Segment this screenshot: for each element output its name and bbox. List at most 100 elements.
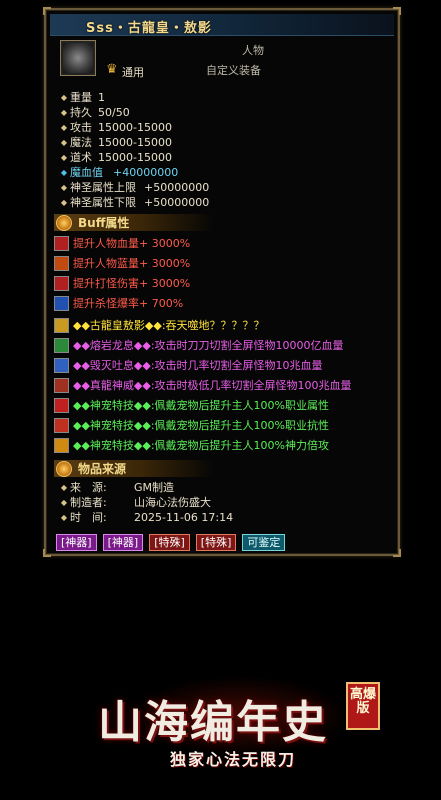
stat-value: 1: [98, 91, 105, 104]
crown-icon: ♛: [106, 62, 118, 77]
stat-value: 50/50: [98, 106, 130, 119]
buff-orb-icon: [56, 214, 72, 231]
diamond-bullet-icon: ◆: [60, 93, 68, 102]
stat-row: ◆ 重量 1: [58, 90, 388, 105]
effect-row: ◆◆毁灭吐息◆◆: 攻击时几率切割全屏怪物10兆血量: [54, 356, 323, 374]
tag-artifact[interactable]: [神器]: [102, 534, 144, 551]
effect-desc: 攻击时极低几率切割全屏怪物100兆血量: [154, 379, 352, 392]
section-title: Buff属性: [78, 216, 130, 230]
source-value: GM制造: [134, 481, 175, 494]
source-row: ◆ 制造者: 山海心法伤盛大: [58, 495, 233, 510]
effect-desc: 佩戴宠物后提升主人100%职业抗性: [154, 419, 329, 432]
buff-text: 提升杀怪爆率+ 700%: [73, 297, 184, 310]
tag-identifiable[interactable]: 可鉴定: [242, 534, 286, 551]
tag-special[interactable]: [特殊]: [195, 534, 237, 551]
stat-value: 15000-15000: [98, 136, 172, 149]
source-row: ◆ 来 源: GM制造: [58, 480, 233, 495]
stat-label: 重量: [70, 91, 92, 104]
frame-corner: [393, 7, 401, 15]
tag-artifact[interactable]: [神器]: [56, 534, 97, 551]
effect-desc: 佩戴宠物后提升主人100%神力倍攻: [154, 439, 329, 452]
pet-skill-icon: [54, 417, 69, 433]
stat-label: 攻击: [70, 121, 92, 134]
source-value: 山海心法伤盛大: [134, 496, 211, 509]
diamond-bullet-icon: ◆: [60, 498, 68, 507]
diamond-bullet-icon: ◆: [60, 108, 68, 117]
pet-skill-icon: [54, 397, 69, 413]
stat-list: ◆ 重量 1 ◆ 持久 50/50 ◆ 攻击 15000-15000 ◆ 魔法 …: [58, 90, 388, 210]
effect-row: ◆◆真龍神威◆◆: 攻击时极低几率切割全屏怪物100兆血量: [54, 376, 352, 394]
buff-row: 提升人物蓝量+ 3000%: [54, 254, 190, 272]
effect-name: ◆◆毁灭吐息◆◆:: [73, 359, 155, 372]
diamond-bullet-icon: ◆: [60, 153, 68, 162]
stat-row: ◆ 攻击 15000-15000: [58, 120, 388, 135]
type-label: 自定义装备: [206, 64, 261, 77]
stat-label: 神圣属性下限: [70, 196, 136, 209]
stat-row: ◆ 魔血值 +40000000: [58, 165, 388, 180]
stat-label: 神圣属性上限: [70, 181, 136, 194]
hp-buff-icon: [54, 235, 69, 251]
effect-desc: 佩戴宠物后提升主人100%职业属性: [154, 399, 329, 412]
buff-text: 提升打怪伤害+ 3000%: [73, 277, 191, 290]
stat-row: ◆ 道术 15000-15000: [58, 150, 388, 165]
item-tooltip: Sss・古龍皇・敖影 ♛ 通用 人物 自定义装备 ◆ 重量 1 ◆ 持久 50/…: [43, 7, 401, 557]
effect-desc: 吞天噬地？？？？？: [165, 319, 265, 332]
item-title: Sss・古龍皇・敖影: [86, 21, 212, 36]
diamond-bullet-icon: ◆: [60, 123, 68, 132]
frame-corner: [43, 549, 51, 557]
stat-row: ◆ 持久 50/50: [58, 105, 388, 120]
source-value: 2025-11-06 17:14: [134, 511, 234, 524]
mp-buff-icon: [54, 255, 69, 271]
buff-row: 提升杀怪爆率+ 700%: [54, 294, 183, 312]
logo-subtitle: 独家心法无限刀: [170, 750, 297, 769]
sword-icon: [54, 317, 69, 333]
stat-label: 持久: [70, 106, 92, 119]
buff-text: 提升人物血量+ 3000%: [73, 237, 191, 250]
damage-buff-icon: [54, 275, 69, 291]
destruction-breath-icon: [54, 357, 69, 373]
stat-value: +50000000: [144, 196, 210, 209]
effect-desc: 攻击时几率切割全屏怪物10兆血量: [154, 359, 323, 372]
buff-section-header: Buff属性: [54, 214, 214, 231]
stat-value: 15000-15000: [98, 151, 172, 164]
dragon-might-icon: [54, 377, 69, 393]
effect-name: ◆◆神宠特技◆◆:: [73, 399, 155, 412]
item-icon[interactable]: [60, 40, 96, 76]
stat-value: +40000000: [113, 166, 179, 179]
stat-row: ◆ 神圣属性下限 +50000000: [58, 195, 388, 210]
logo-title: 山海编年史: [98, 697, 328, 748]
source-row: ◆ 时 间: 2025-11-06 17:14: [58, 510, 233, 525]
stat-label: 魔血值: [70, 166, 103, 179]
stat-row: ◆ 神圣属性上限 +50000000: [58, 180, 388, 195]
diamond-bullet-icon: ◆: [60, 168, 68, 177]
dragon-skull-icon: [63, 43, 93, 73]
effect-row: ◆◆神宠特技◆◆: 佩戴宠物后提升主人100%神力倍攻: [54, 436, 329, 454]
effect-name: ◆◆古龍皇敖影◆◆:: [73, 319, 166, 332]
pet-skill-icon: [54, 437, 69, 453]
source-section-header: 物品来源: [54, 460, 214, 477]
effect-name: ◆◆真龍神威◆◆:: [73, 379, 155, 392]
tag-row: [神器] [神器] [特殊] [特殊] 可鉴定: [56, 534, 286, 551]
stat-label: 道术: [70, 151, 92, 164]
tag-special[interactable]: [特殊]: [149, 534, 190, 551]
frame-corner: [393, 549, 401, 557]
drop-rate-buff-icon: [54, 295, 69, 311]
diamond-bullet-icon: ◆: [60, 198, 68, 207]
stat-label: 魔法: [70, 136, 92, 149]
effect-row: ◆◆神宠特技◆◆: 佩戴宠物后提升主人100%职业属性: [54, 396, 329, 414]
effect-desc: 攻击时刀刀切割全屏怪物10000亿血量: [154, 339, 344, 352]
buff-row: 提升打怪伤害+ 3000%: [54, 274, 190, 292]
effect-name: ◆◆神宠特技◆◆:: [73, 439, 155, 452]
source-label: 时 间:: [70, 511, 107, 524]
effect-name: ◆◆神宠特技◆◆:: [73, 419, 155, 432]
diamond-bullet-icon: ◆: [60, 483, 68, 492]
buff-row: 提升人物血量+ 3000%: [54, 234, 190, 252]
effect-name: ◆◆熔岩龙息◆◆:: [73, 339, 155, 352]
diamond-bullet-icon: ◆: [60, 138, 68, 147]
buff-text: 提升人物蓝量+ 3000%: [73, 257, 191, 270]
effect-row: ◆◆熔岩龙息◆◆: 攻击时刀刀切割全屏怪物10000亿血量: [54, 336, 344, 354]
stat-value: +50000000: [144, 181, 210, 194]
effect-row: ◆◆古龍皇敖影◆◆: 吞天噬地？？？？？: [54, 316, 265, 334]
diamond-bullet-icon: ◆: [60, 183, 68, 192]
source-orb-icon: [56, 460, 72, 477]
